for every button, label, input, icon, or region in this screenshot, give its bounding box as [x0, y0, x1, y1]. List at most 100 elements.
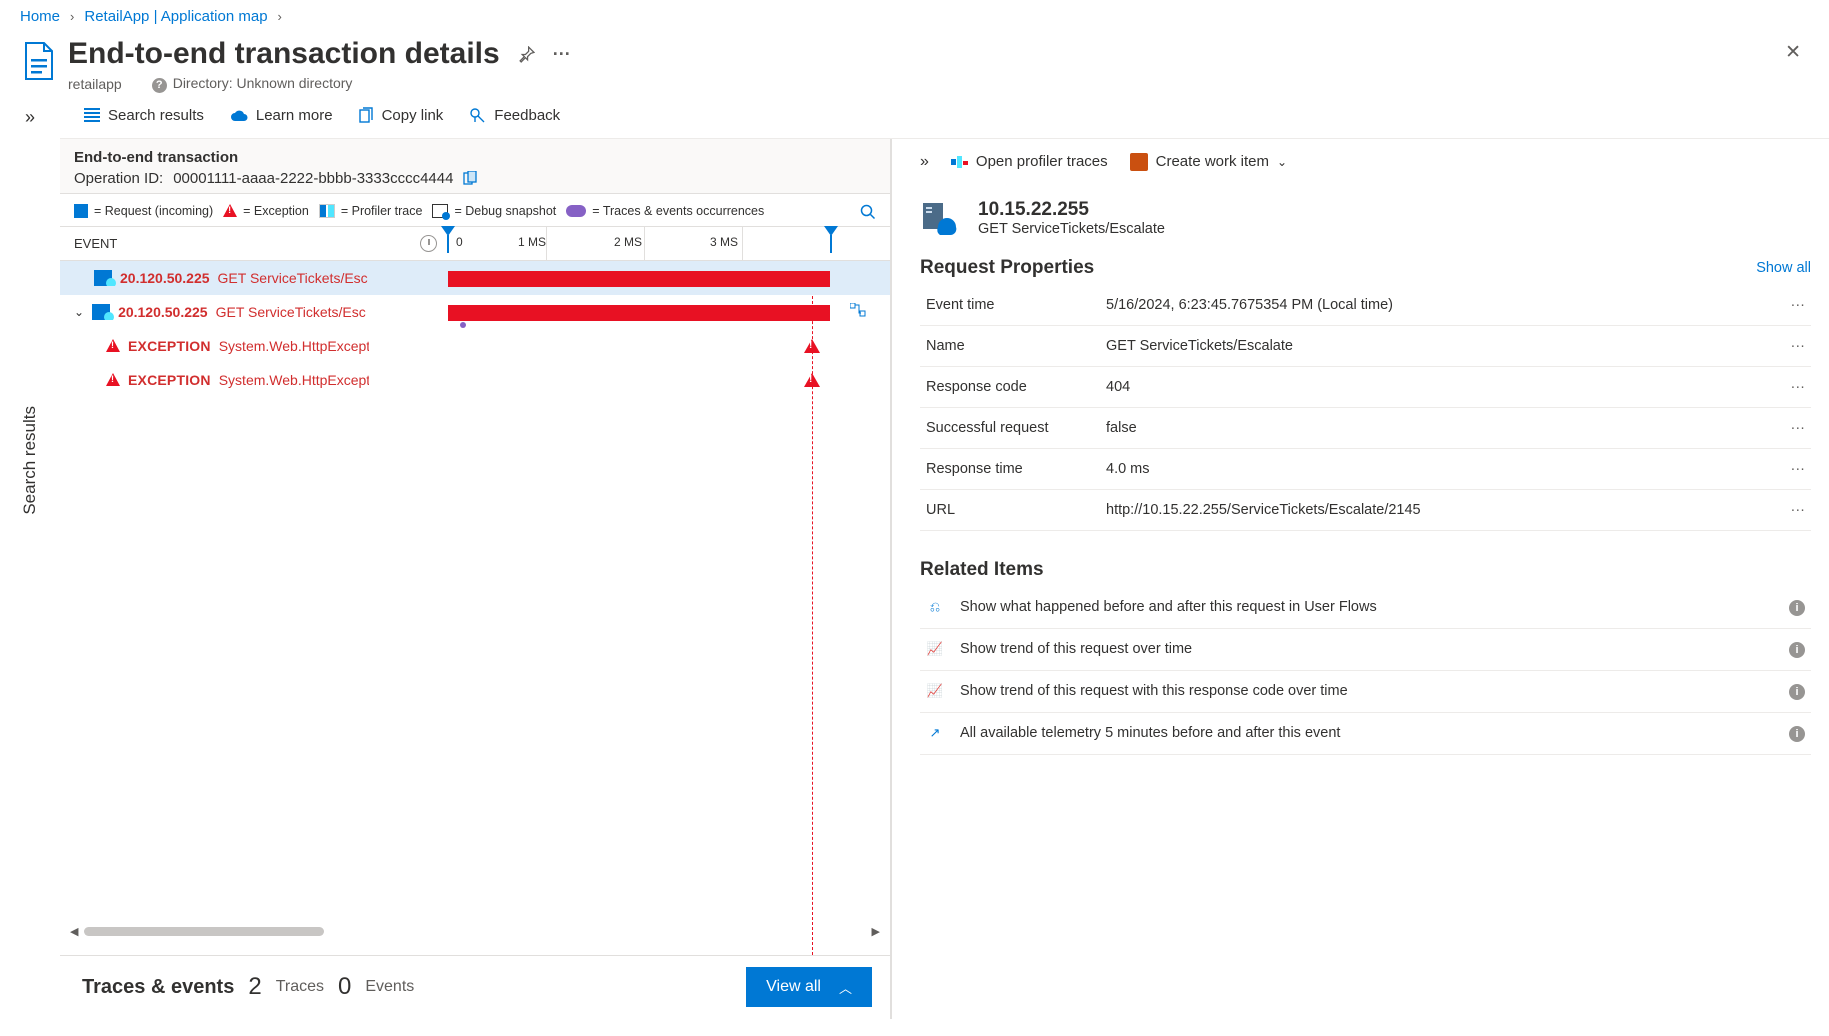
related-item[interactable]: ⎌ Show what happened before and after th…: [920, 587, 1811, 629]
profiler-trace-icon: [951, 155, 968, 169]
page-header: End-to-end transaction details ··· retai…: [0, 31, 1829, 93]
related-item-label: Show what happened before and after this…: [960, 599, 1377, 615]
prop-row[interactable]: URLhttp://10.15.22.255/ServiceTickets/Es…: [920, 489, 1811, 530]
range-end-marker[interactable]: [824, 226, 838, 236]
feedback-button[interactable]: Feedback: [469, 107, 560, 124]
transaction-timeline-pane: End-to-end transaction Operation ID: 000…: [60, 139, 892, 1019]
search-icon[interactable]: [860, 204, 876, 220]
server-icon: [94, 270, 112, 286]
events-count: 0: [338, 973, 351, 1001]
row-more-icon[interactable]: ···: [1771, 285, 1811, 326]
toolbar-search-label: Search results: [108, 107, 204, 124]
chevron-up-icon: ︿: [839, 978, 852, 997]
timeline-row-exception[interactable]: EXCEPTION System.Web.HttpException: [60, 329, 890, 363]
copy-opid-icon[interactable]: [463, 171, 479, 185]
prop-row[interactable]: Successful requestfalse···: [920, 407, 1811, 448]
exception-legend-label: = Exception: [243, 204, 309, 218]
trend-icon: 📈: [926, 683, 944, 699]
breadcrumb: Home › RetailApp | Application map ›: [0, 0, 1829, 31]
duration-bar: [448, 305, 830, 321]
transaction-title: End-to-end transaction: [74, 149, 876, 166]
range-start-marker[interactable]: [441, 226, 455, 236]
chevron-down-icon[interactable]: ⌄: [74, 305, 84, 319]
scroll-thumb[interactable]: [84, 927, 324, 936]
left-rail: » Search results: [0, 93, 60, 1019]
copy-link-button[interactable]: Copy link: [359, 107, 444, 124]
traces-count: 2: [248, 973, 261, 1001]
footer-title: Traces & events: [82, 976, 234, 999]
prop-key: Response time: [920, 448, 1100, 489]
timeline-row[interactable]: 20.120.50.225 GET ServiceTickets/Escalat…: [60, 261, 890, 295]
operation-id-value: 00001111-aaaa-2222-bbbb-3333cccc4444: [173, 170, 453, 187]
toolbar-learn-label: Learn more: [256, 107, 333, 124]
related-item[interactable]: 📈 Show trend of this request with this r…: [920, 671, 1811, 713]
search-results-button[interactable]: Search results: [84, 107, 204, 124]
timeline-rows: 20.120.50.225 GET ServiceTickets/Escalat…: [60, 261, 890, 955]
breadcrumb-home[interactable]: Home: [20, 8, 60, 25]
prop-row[interactable]: Response code404···: [920, 366, 1811, 407]
info-icon[interactable]: i: [1789, 725, 1805, 742]
legend: = Request (incoming) = Exception = Profi…: [60, 193, 890, 227]
details-pane: » Open profiler traces Create work item …: [892, 139, 1829, 1019]
scroll-left-icon[interactable]: ◀: [70, 925, 78, 938]
info-icon[interactable]: i: [1789, 599, 1805, 616]
trace-occurrence-dot: [460, 322, 466, 328]
flow-icon[interactable]: [850, 303, 866, 317]
clock-icon[interactable]: [420, 235, 437, 252]
row-more-icon[interactable]: ···: [1771, 325, 1811, 366]
expand-rail-icon[interactable]: »: [25, 107, 35, 128]
view-all-button[interactable]: View all ︿: [746, 967, 872, 1007]
pin-icon[interactable]: [518, 46, 535, 63]
prop-value: GET ServiceTickets/Escalate: [1100, 325, 1771, 366]
prop-row[interactable]: NameGET ServiceTickets/Escalate···: [920, 325, 1811, 366]
chevron-right-icon: ›: [70, 9, 74, 24]
request-properties-heading: Request Properties: [920, 257, 1094, 279]
properties-table: Event time5/16/2024, 6:23:45.7675354 PM …: [920, 285, 1811, 531]
related-item[interactable]: ↗ All available telemetry 5 minutes befo…: [920, 713, 1811, 755]
page-title: End-to-end transaction details: [68, 37, 500, 71]
prop-row[interactable]: Response time4.0 ms···: [920, 448, 1811, 489]
chevron-down-icon: ⌄: [1277, 155, 1287, 169]
breadcrumb-app[interactable]: RetailApp | Application map: [84, 8, 267, 25]
row-more-icon[interactable]: ···: [1771, 366, 1811, 407]
prop-value: false: [1100, 407, 1771, 448]
more-icon[interactable]: ···: [553, 44, 571, 65]
toolbar: Search results Learn more Copy link Feed…: [60, 93, 1829, 139]
timeline-row-exception[interactable]: EXCEPTION System.Web.HttpException: [60, 363, 890, 397]
userflows-icon: ⎌: [926, 599, 944, 615]
prop-key: Name: [920, 325, 1100, 366]
exception-marker: [804, 373, 820, 387]
row-more-icon[interactable]: ···: [1771, 407, 1811, 448]
trend-icon: 📈: [926, 641, 944, 657]
learn-more-button[interactable]: Learn more: [230, 107, 333, 124]
close-icon[interactable]: ✕: [1785, 41, 1801, 64]
related-items-list: ⎌ Show what happened before and after th…: [920, 587, 1811, 755]
scroll-right-icon[interactable]: ▶: [872, 925, 880, 938]
show-all-link[interactable]: Show all: [1756, 260, 1811, 276]
tick-2: 2 MS: [614, 235, 642, 249]
create-workitem-button[interactable]: Create work item ⌄: [1130, 153, 1287, 171]
open-profiler-button[interactable]: Open profiler traces: [951, 153, 1108, 170]
row-more-icon[interactable]: ···: [1771, 489, 1811, 530]
exception-icon: [106, 373, 120, 386]
row-exception-label: EXCEPTION: [128, 338, 211, 354]
workitem-link-label: Create work item: [1156, 153, 1269, 170]
profiler-legend-icon: [319, 204, 335, 218]
feedback-icon: [469, 107, 486, 123]
info-icon[interactable]: i: [1789, 683, 1805, 700]
traces-legend-label: = Traces & events occurrences: [592, 204, 764, 218]
row-operation: GET ServiceTickets/Escalate: [216, 304, 366, 320]
prop-key: Response code: [920, 366, 1100, 407]
horizontal-scrollbar[interactable]: ◀ ▶: [70, 921, 880, 943]
timeline-row[interactable]: ⌄ 20.120.50.225 GET ServiceTickets/Escal…: [60, 295, 890, 329]
collapse-pane-icon[interactable]: »: [920, 153, 929, 171]
snapshot-legend-icon: [432, 204, 448, 218]
info-icon[interactable]: i: [1789, 641, 1805, 658]
exception-legend-icon: [223, 204, 237, 217]
server-title: 10.15.22.255: [978, 199, 1165, 221]
prop-value: 404: [1100, 366, 1771, 407]
prop-row[interactable]: Event time5/16/2024, 6:23:45.7675354 PM …: [920, 285, 1811, 326]
info-icon: ?: [152, 78, 167, 93]
related-item[interactable]: 📈 Show trend of this request over time i: [920, 629, 1811, 671]
row-more-icon[interactable]: ···: [1771, 448, 1811, 489]
